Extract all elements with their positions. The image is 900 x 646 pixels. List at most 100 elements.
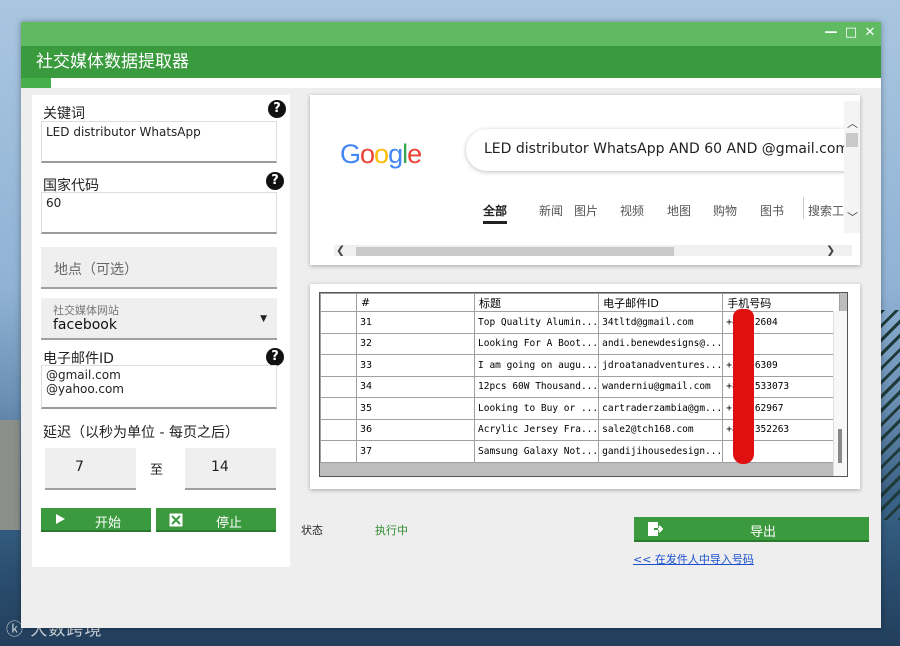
google-tab-5[interactable]: 地图 [667,202,691,219]
cell-number[interactable]: 32 [356,332,475,355]
cell-email[interactable]: wanderniu@gmail.com [598,375,724,398]
delay-from-value: 7 [75,459,84,475]
keyword-help-icon[interactable]: ? [268,100,286,118]
close-icon[interactable]: ✕ [862,25,878,40]
cell-title[interactable]: 12pcs 60W Thousand... [473,375,600,398]
stop-icon [169,513,183,531]
keyword-label: 关键词 [43,106,85,122]
cell-email[interactable]: sale2@tch168.com [598,418,724,441]
cell-email[interactable]: 34tltd@gmail.com [598,311,724,334]
row-header[interactable] [320,418,357,441]
google-tab-6[interactable]: 购物 [713,202,737,219]
delay-to-value: 14 [211,459,229,475]
delay-to-input[interactable]: 14 [185,448,276,490]
table-row[interactable]: 31Top Quality Alumin...34tltd@gmail.com+… [320,311,841,334]
browser-card: Google LED distributor WhatsApp AND 60 A… [310,95,860,265]
import-numbers-link[interactable]: << 在发件人中导入号码 [633,551,754,567]
row-header[interactable] [320,332,357,355]
cell-number[interactable]: 34 [356,375,475,398]
stop-button[interactable]: 停止 [156,508,276,532]
delay-to-label: 至 [150,463,164,478]
status-label: 状态 [301,524,323,537]
row-header[interactable] [320,397,357,420]
google-tab-7[interactable]: 图书 [760,202,784,219]
scroll-up-icon[interactable]: ︿ [847,115,858,131]
cell-email[interactable]: gandijihousedesign... [598,440,724,463]
cell-number[interactable]: 37 [356,440,475,463]
column-header-title[interactable]: 标题 [473,293,600,312]
settings-panel: 关键词 ? LED distributor WhatsApp 国家代码 ? 60… [32,95,290,567]
start-button[interactable]: 开始 [41,508,151,532]
scroll-down-icon[interactable]: ﹀ [847,209,858,225]
cell-title[interactable]: Samsung Galaxy Not... [473,440,600,463]
row-header[interactable] [320,354,357,377]
google-tab-4[interactable]: 视频 [620,202,644,219]
cell-title[interactable]: Top Quality Alumin... [473,311,600,334]
app-title: 社交媒体数据提取器 [21,46,881,78]
desktop-building [0,420,20,530]
table-row[interactable]: 33 I am going on augu... jdroatanadventure… [320,354,841,377]
social-site-value: facebook [53,317,117,333]
table-row[interactable]: 35 Looking to Buy or ... cartraderzambia@g… [320,397,841,420]
google-tab-2[interactable]: 新闻 [539,202,563,219]
grid-vertical-scrollbar[interactable] [833,311,847,476]
export-label: 导出 [750,525,777,540]
google-tab-8[interactable]: 搜索工 [808,202,844,219]
google-search-box[interactable]: LED distributor WhatsApp AND 60 AND @gma… [466,129,852,171]
social-site-label: 社交媒体网站 [53,304,119,317]
row-header[interactable] [320,375,357,398]
grid-scroll-thumb[interactable] [838,429,842,463]
progress-fill [21,78,52,88]
table-row[interactable]: 34 12pcs 60W Thousand... wanderniu@gmail.c… [320,375,841,398]
title-bar: — □ ✕ [21,22,881,46]
keyword-input[interactable]: LED distributor WhatsApp [41,121,277,163]
cell-title[interactable]: Looking For A Boot... [473,332,600,355]
cell-number[interactable]: 36 [356,418,475,441]
email-help-icon[interactable]: ? [266,348,284,366]
cell-number[interactable]: 31 [356,311,475,334]
google-logo-letter: g [388,139,403,169]
scroll-right-icon[interactable]: ❯ [826,244,835,256]
horizontal-scroll-thumb[interactable] [356,247,674,256]
google-tab-3[interactable]: 图片 [574,202,598,219]
export-button[interactable]: 导出 [634,517,869,542]
table-row[interactable]: 32 Looking For A Boot... andi.benewdesigns… [320,332,841,355]
cell-title[interactable]: I am going on augu... [473,354,600,377]
column-header-number[interactable]: # [356,293,475,312]
location-input[interactable]: 地点（可选） [41,247,277,289]
stop-label: 停止 [216,516,243,531]
scroll-left-icon[interactable]: ❮ [336,244,345,256]
google-logo: Google [340,139,422,170]
progress-bar [21,78,881,88]
table-row[interactable]: 37 Samsung Galaxy Not... gandijihousedesig… [320,440,841,463]
cell-email[interactable]: jdroatanadventures... [598,354,724,377]
cell-email[interactable]: andi.benewdesigns@... [598,332,724,355]
minimize-icon[interactable]: — [823,25,839,40]
google-tab-1[interactable]: 全部 [483,202,508,224]
row-header[interactable] [320,311,357,334]
results-grid[interactable]: # 标题 电子邮件ID 手机号码 31 Top Quality Alumin...… [319,292,848,477]
vertical-scrollbar[interactable]: ︿ ﹀ [844,101,860,233]
cell-number[interactable]: 33 [356,354,475,377]
cell-number[interactable]: 35 [356,397,475,420]
redaction-mark [733,309,754,464]
vertical-scroll-thumb[interactable] [846,133,858,147]
social-site-select[interactable]: 社交媒体网站 facebook ▼ [41,298,277,340]
cell-title[interactable]: Looking to Buy or ... [473,397,600,420]
country-help-icon[interactable]: ? [266,172,284,190]
cell-email[interactable]: cartraderzambia@gm... [598,397,724,420]
maximize-icon[interactable]: □ [843,25,859,40]
country-code-input[interactable]: 60 [41,192,277,234]
row-header-corner [320,293,357,312]
email-domain-input[interactable]: @gmail.com @yahoo.com [41,365,277,409]
row-header[interactable] [320,440,357,463]
horizontal-scrollbar[interactable]: ❮ ❯ [334,244,852,256]
cell-title[interactable]: Acrylic Jersey Fra... [473,418,600,441]
delay-from-input[interactable]: 7 [45,448,136,490]
table-row[interactable]: 36 Acrylic Jersey Fra... sale2@tch168.com +… [320,418,841,441]
tab-separator [803,197,804,219]
results-card: # 标题 电子邮件ID 手机号码 31 Top Quality Alumin...… [310,284,860,489]
play-icon [54,513,66,529]
column-header-email[interactable]: 电子邮件ID [598,293,724,312]
embedded-browser[interactable]: Google LED distributor WhatsApp AND 60 A… [318,101,852,256]
